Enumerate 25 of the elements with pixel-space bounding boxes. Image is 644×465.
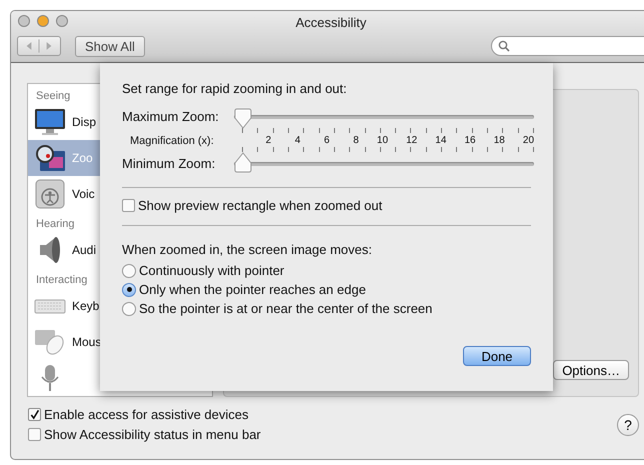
checkbox-label: Enable access for assistive devices [44, 407, 248, 422]
section-heading: Hearing [36, 218, 75, 230]
radio-label: Continuously with pointer [139, 263, 284, 278]
scale-value: 6 [324, 134, 330, 147]
checkbox-label: Show preview rectangle when zoomed out [138, 198, 382, 213]
radio-group-heading: When zoomed in, the screen image moves: [122, 242, 374, 257]
scale-label: Magnification (x): [129, 134, 215, 146]
sheet-heading: Set range for rapid zooming in and out: [122, 81, 348, 96]
slider-label: Minimum Zoom: [122, 155, 216, 173]
scale-value: 16 [464, 134, 476, 147]
scale-value: 20 [522, 134, 534, 147]
section-heading: Interacting [36, 274, 88, 286]
scale-value: 10 [376, 134, 388, 147]
scale-value: 2 [266, 134, 272, 147]
slider-label: Maximum Zoom: [122, 108, 220, 126]
checkbox-label: Show Accessibility status in menu bar [44, 427, 261, 442]
scale-value: 14 [435, 134, 446, 147]
radio-label: So the pointer is at or near the center of the screen [139, 301, 432, 316]
radio-label: Only when the pointer reaches an edge [139, 282, 366, 297]
scale-value: 4 [294, 134, 300, 147]
scale-value: 8 [353, 134, 359, 147]
section-heading: Seeing [36, 90, 70, 102]
scale-value: 12 [406, 134, 418, 147]
window-title: Accessibility [296, 14, 366, 30]
scale-value: 18 [494, 134, 505, 147]
